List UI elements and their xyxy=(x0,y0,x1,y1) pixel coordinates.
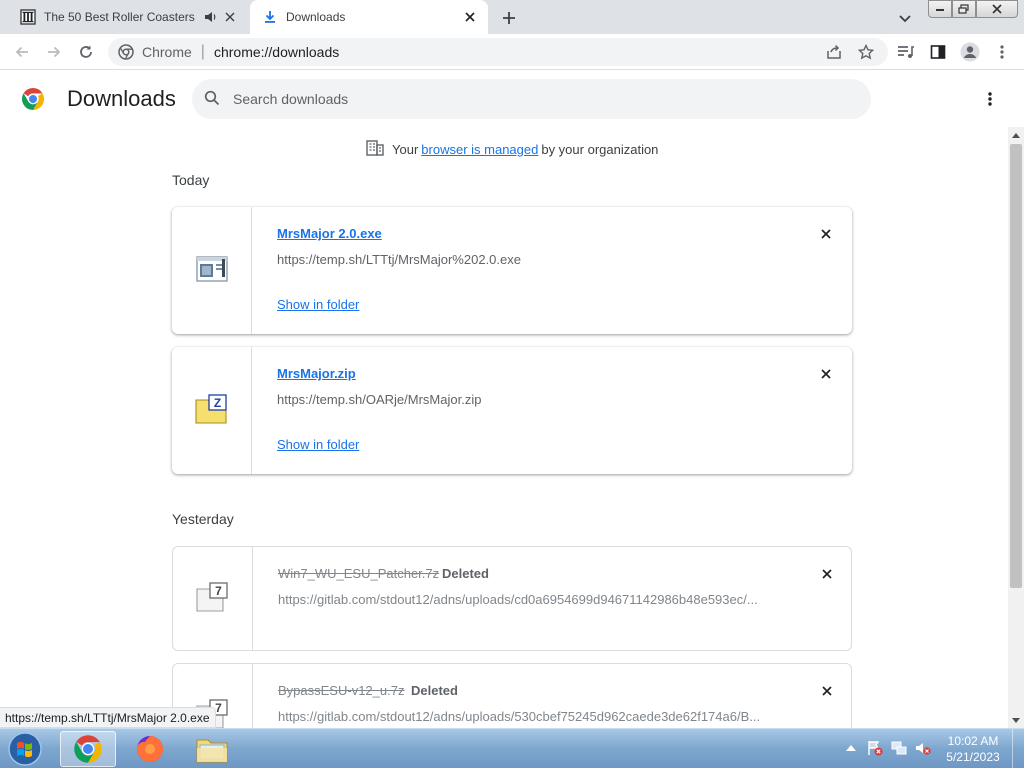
file-url[interactable]: https://temp.sh/LTTtj/MrsMajor%202.0.exe xyxy=(277,252,777,267)
show-in-folder-link[interactable]: Show in folder xyxy=(277,297,359,312)
downloads-header: Downloads xyxy=(0,71,1024,127)
remove-item-icon[interactable] xyxy=(817,681,837,701)
close-icon[interactable] xyxy=(460,7,480,27)
show-desktop-button[interactable] xyxy=(1012,729,1024,768)
remove-item-icon[interactable] xyxy=(816,364,836,384)
building-icon xyxy=(366,140,384,159)
restore-button[interactable] xyxy=(952,0,976,18)
forward-icon[interactable] xyxy=(44,42,64,62)
status-badge: Deleted xyxy=(442,566,489,581)
tab-downloads[interactable]: Downloads xyxy=(250,0,488,34)
file-name-link[interactable]: MrsMajor.zip xyxy=(277,366,356,381)
file-url[interactable]: https://gitlab.com/stdout12/adns/uploads… xyxy=(278,592,778,607)
taskbar-firefox-icon[interactable] xyxy=(122,731,178,767)
chrome-logo-icon xyxy=(21,87,45,111)
downloads-list: Your browser is managed by your organiza… xyxy=(0,127,1008,728)
browser-toolbar: Chrome | chrome://downloads xyxy=(0,34,1024,70)
svg-text:Z: Z xyxy=(213,396,220,410)
tab-strip: The 50 Best Roller Coasters in Downloads xyxy=(0,0,1024,34)
new-tab-button[interactable] xyxy=(498,7,520,29)
clock-date: 5/21/2023 xyxy=(946,750,1000,764)
share-icon[interactable] xyxy=(824,42,844,62)
tab-title: The 50 Best Roller Coasters in xyxy=(44,10,198,24)
search-box[interactable] xyxy=(192,79,871,119)
volume-muted-icon[interactable] xyxy=(914,739,932,757)
file-url[interactable]: https://gitlab.com/stdout12/adns/uploads… xyxy=(278,709,778,724)
download-icon xyxy=(262,9,278,25)
svg-text:7: 7 xyxy=(215,584,222,598)
download-item: 7 Win7_WU_ESU_Patcher.7z Deleted https:/… xyxy=(172,546,852,651)
search-input[interactable] xyxy=(233,91,833,107)
more-actions-icon[interactable] xyxy=(980,89,1000,109)
omnibox-divider: | xyxy=(200,43,205,60)
action-center-flag-icon[interactable] xyxy=(866,739,884,757)
managed-suffix: by your organization xyxy=(541,142,659,157)
download-item: 7 BypassESU-v12_u.7z Deleted https://git… xyxy=(172,663,852,728)
site-label: Chrome xyxy=(142,44,192,60)
scroll-down-icon[interactable] xyxy=(1008,712,1024,728)
taskbar-chrome-icon[interactable] xyxy=(60,731,116,767)
7z-file-icon: 7 xyxy=(195,582,230,615)
status-badge: Deleted xyxy=(411,683,458,698)
close-icon[interactable] xyxy=(220,7,240,27)
url-text[interactable]: chrome://downloads xyxy=(214,44,339,60)
address-bar[interactable]: Chrome | chrome://downloads xyxy=(108,38,888,66)
tab-title: Downloads xyxy=(286,10,346,24)
file-name: BypassESU-v12_u.7z xyxy=(278,683,405,698)
remove-item-icon[interactable] xyxy=(817,564,837,584)
system-tray xyxy=(842,739,938,757)
profile-avatar-icon[interactable] xyxy=(960,42,980,62)
start-button[interactable] xyxy=(4,730,46,768)
network-icon[interactable] xyxy=(890,739,908,757)
download-item: MrsMajor 2.0.exe https://temp.sh/LTTtj/M… xyxy=(172,207,852,334)
managed-notice: Your browser is managed by your organiza… xyxy=(366,140,658,159)
taskbar-clock[interactable]: 10:02 AM 5/21/2023 xyxy=(940,733,1006,765)
back-icon[interactable] xyxy=(12,42,32,62)
exe-file-icon xyxy=(195,255,228,286)
managed-prefix: Your xyxy=(392,142,419,157)
section-date-yesterday: Yesterday xyxy=(172,511,234,527)
media-queue-icon[interactable] xyxy=(896,42,916,62)
show-in-folder-link[interactable]: Show in folder xyxy=(277,437,359,452)
speaker-icon[interactable] xyxy=(202,10,220,24)
tab-search-icon[interactable] xyxy=(896,9,914,27)
minimize-button[interactable] xyxy=(928,0,952,18)
search-icon[interactable] xyxy=(204,90,220,109)
page-title: Downloads xyxy=(67,86,176,111)
tray-expand-icon[interactable] xyxy=(842,739,860,757)
browser-managed-link[interactable]: browser is managed xyxy=(421,142,538,157)
svg-text:7: 7 xyxy=(215,701,222,715)
scrollbar[interactable] xyxy=(1008,127,1024,728)
taskbar-file-explorer-icon[interactable] xyxy=(184,731,240,767)
scroll-up-icon[interactable] xyxy=(1008,127,1024,143)
clock-time: 10:02 AM xyxy=(947,734,999,748)
file-name: Win7_WU_ESU_Patcher.7z xyxy=(278,566,440,581)
file-name-link[interactable]: MrsMajor 2.0.exe xyxy=(277,226,382,241)
section-date-today: Today xyxy=(172,172,210,188)
link-status-bubble: https://temp.sh/LTTtj/MrsMajor 2.0.exe xyxy=(0,707,216,728)
museum-icon xyxy=(20,9,36,25)
tab-roller-coasters[interactable]: The 50 Best Roller Coasters in xyxy=(8,0,248,34)
download-item: Z MrsMajor.zip https://temp.sh/OARje/Mrs… xyxy=(172,347,852,474)
scrollbar-thumb[interactable] xyxy=(1010,144,1022,588)
bookmark-star-icon[interactable] xyxy=(856,42,876,62)
window-close-button[interactable] xyxy=(976,0,1018,18)
zip-file-icon: Z xyxy=(194,394,229,427)
file-url[interactable]: https://temp.sh/OARje/MrsMajor.zip xyxy=(277,392,777,407)
windows-taskbar: 10:02 AM 5/21/2023 xyxy=(0,728,1024,768)
chrome-site-icon[interactable] xyxy=(118,44,134,60)
reload-icon[interactable] xyxy=(76,42,96,62)
remove-item-icon[interactable] xyxy=(816,224,836,244)
menu-kebab-icon[interactable] xyxy=(992,42,1012,62)
side-panel-icon[interactable] xyxy=(928,42,948,62)
